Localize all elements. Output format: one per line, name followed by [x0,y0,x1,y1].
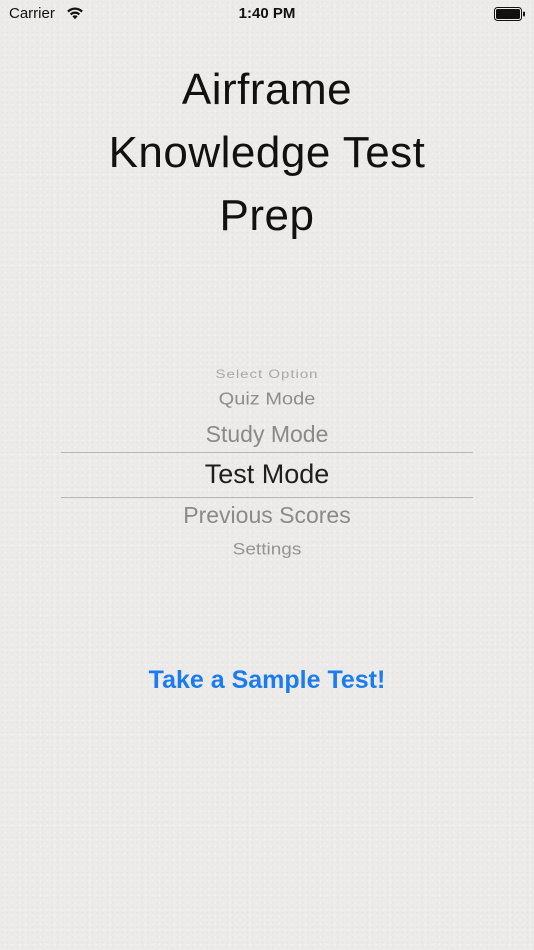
picker-option-quiz-mode[interactable]: Quiz Mode [61,389,473,410]
app-title-line-1: Airframe [181,65,353,114]
picker-option-settings[interactable]: Settings [61,540,473,559]
picker-option-test-mode[interactable]: Test Mode [61,459,473,490]
picker-selection-line-top [61,452,473,453]
picker-selection-line-bottom [61,497,473,498]
picker-option-study-mode[interactable]: Study Mode [61,421,473,448]
app-title-line-3: Prep [219,191,315,240]
battery-icon [494,7,525,21]
picker-option-select-option[interactable]: Select Option [61,368,473,381]
take-sample-test-button[interactable]: Take a Sample Test! [120,660,414,700]
mode-picker[interactable]: Select Option Quiz Mode Study Mode Test … [61,360,473,575]
picker-option-previous-scores[interactable]: Previous Scores [61,502,473,529]
clock: 1:40 PM [238,5,296,22]
app-title-line-2: Knowledge Test [108,128,426,177]
app-title: Airframe Knowledge Test Prep [60,58,474,247]
status-bar: Carrier 1:40 PM [0,0,534,28]
